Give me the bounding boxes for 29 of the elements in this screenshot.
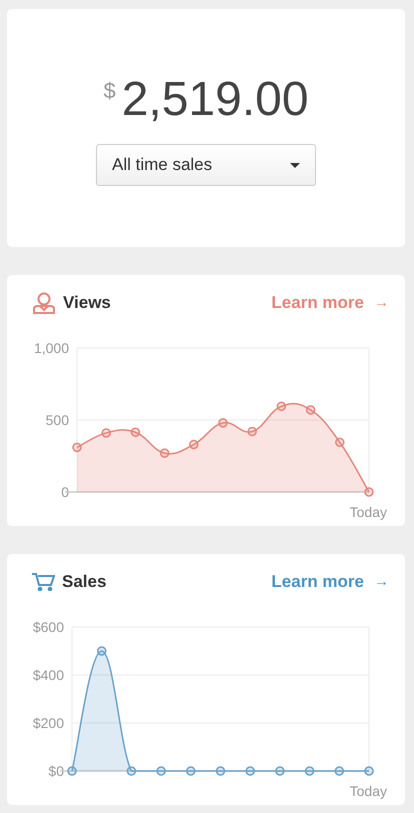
axis-label: $600 — [32, 619, 64, 635]
axis-label: 500 — [46, 412, 69, 428]
total-amount: 2,519.00 — [122, 75, 309, 125]
point — [130, 427, 140, 437]
axis-label: $0 — [48, 763, 64, 779]
point — [247, 426, 257, 436]
currency-symbol: $ — [103, 78, 116, 104]
point — [218, 418, 228, 428]
axis-label: $400 — [32, 667, 64, 683]
arrow-icon: → — [374, 294, 389, 311]
period-dropdown[interactable]: All time sales — [96, 144, 316, 186]
point — [276, 402, 286, 412]
point — [306, 405, 316, 415]
point — [72, 442, 82, 452]
point — [335, 438, 345, 448]
card-title: Sales — [62, 572, 106, 592]
arrow-icon: → — [374, 573, 389, 590]
point — [101, 428, 111, 438]
learn-more-link[interactable]: Learn more — [271, 292, 364, 312]
learn-more-link[interactable]: Learn more — [271, 572, 364, 592]
point — [364, 487, 374, 497]
card-title: Views — [63, 292, 111, 312]
point — [160, 448, 170, 458]
caret-icon — [290, 162, 300, 168]
axis-title: Today — [350, 783, 387, 799]
point — [189, 440, 199, 450]
axis-label: 1,000 — [34, 340, 69, 356]
axis-title: Today — [350, 504, 387, 520]
axis-label: $200 — [32, 715, 64, 731]
